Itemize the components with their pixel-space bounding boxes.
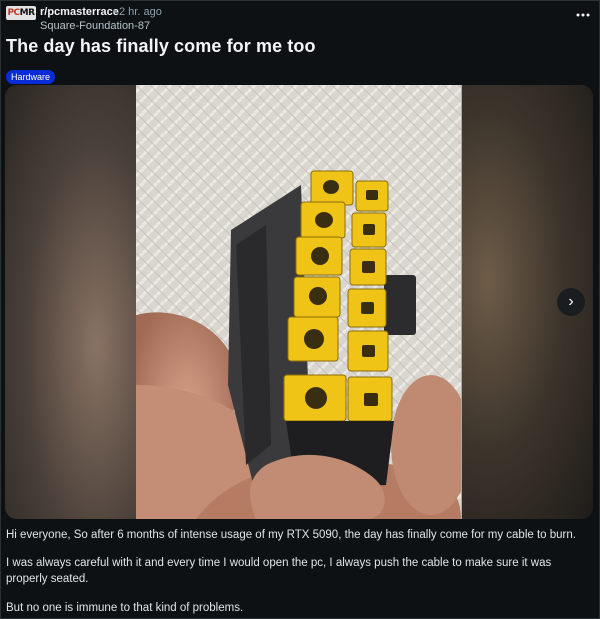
more-horizontal-icon — [576, 13, 590, 17]
logo-text-mr: MR — [19, 8, 35, 18]
pcmr-logo-icon[interactable]: PCMR — [6, 6, 36, 20]
author-link[interactable]: Square-Foundation-87 — [40, 20, 150, 32]
post-title[interactable]: The day has finally come for me too — [6, 36, 316, 57]
flair-badge[interactable]: Hardware — [6, 70, 56, 84]
burnt-connector-photo — [136, 85, 461, 519]
post-body-paragraph-2: I was always careful with it and every t… — [6, 557, 552, 585]
post-container: PCMR r/pcmasterrace • 2 hr. ago Square-F… — [0, 0, 600, 619]
media-blur-left — [5, 85, 136, 519]
more-options-button[interactable] — [575, 8, 591, 22]
post-body-paragraph-1: Hi everyone, So after 6 months of intens… — [6, 529, 576, 541]
logo-text-pc: PC — [7, 8, 20, 18]
carousel-next-button[interactable]: › — [557, 288, 585, 316]
subreddit-link[interactable]: r/pcmasterrace — [40, 6, 119, 18]
post-header: PCMR r/pcmasterrace • 2 hr. ago Square-F… — [5, 4, 597, 34]
post-time: 2 hr. ago — [119, 6, 162, 18]
post-media-carousel[interactable] — [5, 85, 593, 519]
post-body-paragraph-3: But no one is immune to that kind of pro… — [6, 602, 244, 614]
chevron-right-icon: › — [568, 293, 574, 310]
meta-separator: • — [113, 6, 117, 18]
post-image[interactable] — [136, 85, 461, 519]
